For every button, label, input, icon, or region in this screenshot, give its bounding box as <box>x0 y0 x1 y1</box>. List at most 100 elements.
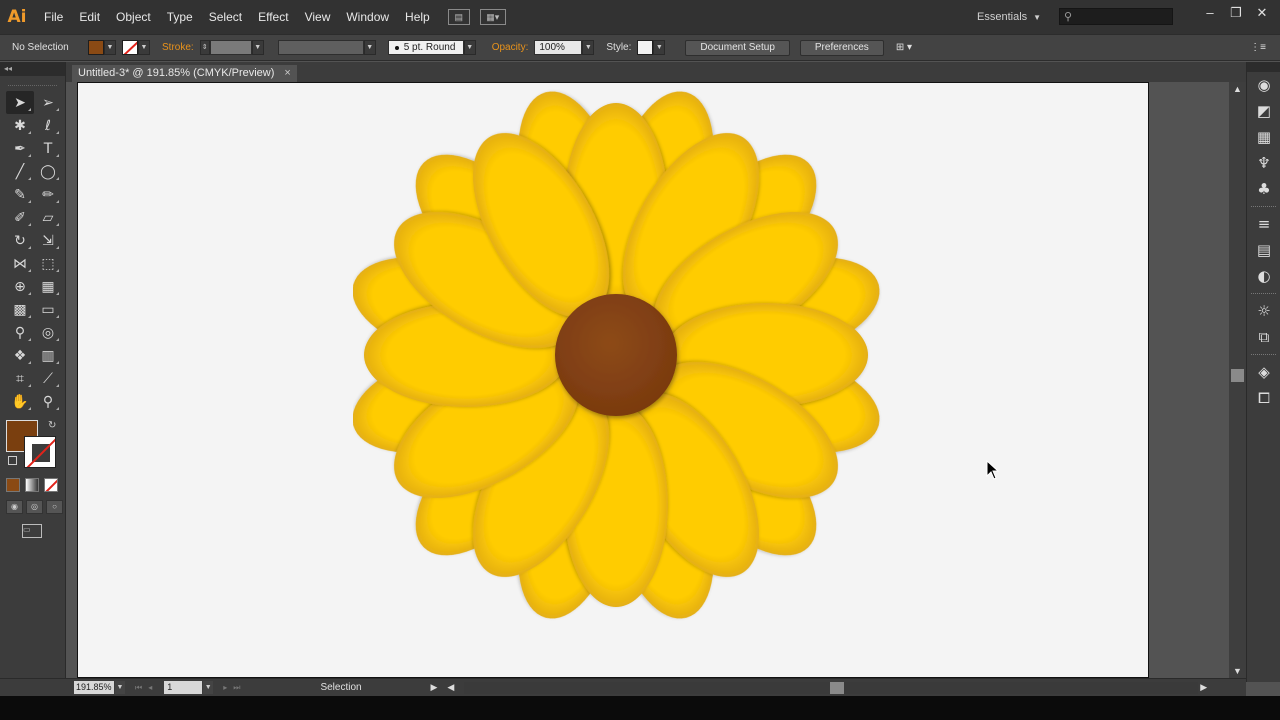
perspective-grid-tool-icon[interactable]: ▦ <box>34 275 62 298</box>
gradient-tool-icon[interactable]: ▭ <box>34 298 62 321</box>
width-tool-icon[interactable]: ⋈ <box>6 252 34 275</box>
opacity-label[interactable]: Opacity: <box>486 42 535 53</box>
ellipse-tool-icon[interactable]: ◯ <box>34 160 62 183</box>
panel-menu-icon[interactable]: ⋮≡ <box>1244 42 1272 53</box>
color-mode-icon[interactable] <box>6 478 20 492</box>
document-tab[interactable]: Untitled-3* @ 191.85% (CMYK/Preview) × <box>72 65 297 82</box>
scroll-left-icon[interactable]: ◀ <box>447 682 454 693</box>
close-icon[interactable]: ✕ <box>1252 4 1272 22</box>
horizontal-scrollbar[interactable] <box>464 681 1199 694</box>
appearance-icon[interactable]: ☼ <box>1247 298 1280 324</box>
preferences-button[interactable]: Preferences <box>799 39 884 56</box>
swap-fill-stroke-icon[interactable]: ↻ <box>48 420 56 431</box>
none-mode-icon[interactable] <box>44 478 58 492</box>
graphic-styles-icon[interactable]: ⧉ <box>1247 324 1280 350</box>
hand-tool-icon[interactable]: ✋ <box>6 390 34 413</box>
transparency-icon[interactable]: ◐ <box>1247 263 1280 289</box>
minimize-icon[interactable]: ‒ <box>1200 4 1220 22</box>
menu-help[interactable]: Help <box>397 0 438 34</box>
gradient-panel-icon[interactable]: ◩ <box>1247 98 1280 124</box>
mesh-tool-icon[interactable]: ▩ <box>6 298 34 321</box>
bridge-icon[interactable]: ▤ <box>447 9 470 25</box>
zoom-dropdown[interactable]: ▼ <box>115 681 125 694</box>
brush-dropdown[interactable]: ▼ <box>463 40 476 55</box>
paintbrush-tool-icon[interactable]: ✎ <box>6 183 34 206</box>
stroke-label[interactable]: Stroke: <box>156 42 200 53</box>
search-field[interactable]: ⚲ <box>1059 8 1173 25</box>
color-guide-icon[interactable]: ◉ <box>1247 72 1280 98</box>
eraser-tool-icon[interactable]: ▱ <box>34 206 62 229</box>
menu-edit[interactable]: Edit <box>71 0 108 34</box>
slice-tool-icon[interactable]: ⟋ <box>34 367 62 390</box>
shape-builder-tool-icon[interactable]: ⊕ <box>6 275 34 298</box>
stroke-color-box[interactable] <box>24 436 56 468</box>
fill-dropdown[interactable]: ▼ <box>104 40 116 55</box>
artboard-dropdown[interactable]: ▼ <box>203 681 214 694</box>
vertical-scrollbar[interactable]: ▲ ▼ <box>1229 82 1246 678</box>
draw-inside-icon[interactable]: ○ <box>46 500 63 514</box>
align-options-icon[interactable]: ⊞ ▾ <box>890 42 918 53</box>
previous-artboard-icon[interactable]: ◂ <box>148 683 152 692</box>
menu-file[interactable]: File <box>36 0 71 34</box>
horizontal-scroll-thumb[interactable] <box>830 681 845 694</box>
variable-width-profile[interactable] <box>277 40 364 55</box>
pen-tool-icon[interactable]: ✒ <box>6 137 34 160</box>
stroke-swatch[interactable] <box>122 40 138 55</box>
scroll-up-icon[interactable]: ▲ <box>1233 84 1242 94</box>
draw-normal-icon[interactable]: ◉ <box>6 500 23 514</box>
style-dropdown[interactable]: ▼ <box>653 40 666 55</box>
stroke-weight-stepper[interactable]: ⇕ <box>199 40 210 55</box>
type-tool-icon[interactable]: T <box>34 137 62 160</box>
stroke-panel-icon[interactable]: ≡ <box>1247 211 1280 237</box>
zoom-tool-icon[interactable]: ⚲ <box>34 390 62 413</box>
scroll-down-icon[interactable]: ▼ <box>1233 666 1242 676</box>
stroke-weight-dropdown[interactable]: ▼ <box>251 40 264 55</box>
selection-tool-icon[interactable]: ➤ <box>6 91 34 114</box>
first-artboard-icon[interactable]: ⏮ <box>135 683 142 693</box>
screen-mode-icon[interactable]: ▭ <box>22 524 42 538</box>
artboards-icon[interactable]: ⧠ <box>1247 385 1280 411</box>
document-setup-button[interactable]: Document Setup <box>685 39 790 56</box>
arrange-documents-icon[interactable]: ▦▾ <box>479 9 506 25</box>
scroll-right-icon[interactable]: ▶ <box>1200 682 1207 693</box>
menu-effect[interactable]: Effect <box>250 0 296 34</box>
next-artboard-icon[interactable]: ▸ <box>223 683 227 692</box>
layers-icon[interactable]: ◈ <box>1247 359 1280 385</box>
status-menu-icon[interactable]: ▶ <box>430 682 437 693</box>
vertical-scroll-thumb[interactable] <box>1231 369 1244 382</box>
stroke-weight-field[interactable] <box>209 40 252 55</box>
canvas-area[interactable] <box>67 82 1229 678</box>
artboard[interactable] <box>77 82 1149 678</box>
opacity-field[interactable]: 100% <box>534 40 583 55</box>
eyedropper-tool-icon[interactable]: ⚲ <box>6 321 34 344</box>
tools-panel-header[interactable]: ◂◂ <box>0 62 65 76</box>
line-segment-tool-icon[interactable]: ╱ <box>6 160 34 183</box>
last-artboard-icon[interactable]: ⏭ <box>233 683 240 693</box>
symbol-sprayer-tool-icon[interactable]: ❖ <box>6 344 34 367</box>
pencil-tool-icon[interactable]: ✏ <box>34 183 62 206</box>
column-graph-tool-icon[interactable]: ▥ <box>34 344 62 367</box>
menu-type[interactable]: Type <box>159 0 201 34</box>
brush-definition[interactable]: 5 pt. Round <box>387 40 464 55</box>
style-swatch[interactable] <box>637 40 654 55</box>
gradient-mode-icon[interactable] <box>25 478 39 492</box>
profile-dropdown[interactable]: ▼ <box>363 40 376 55</box>
tools-panel-grip[interactable] <box>8 76 57 86</box>
stroke-dropdown[interactable]: ▼ <box>138 40 150 55</box>
dock-header[interactable] <box>1247 62 1280 72</box>
draw-behind-icon[interactable]: ◎ <box>26 500 43 514</box>
scale-tool-icon[interactable]: ⇲ <box>34 229 62 252</box>
artboard-number-field[interactable]: 1 <box>164 681 203 694</box>
artboard-tool-icon[interactable]: ⌗ <box>6 367 34 390</box>
menu-object[interactable]: Object <box>108 0 159 34</box>
brushes-icon[interactable]: ♆ <box>1247 150 1280 176</box>
menu-window[interactable]: Window <box>338 0 397 34</box>
opacity-dropdown[interactable]: ▼ <box>582 40 595 55</box>
rotate-tool-icon[interactable]: ↻ <box>6 229 34 252</box>
magic-wand-tool-icon[interactable]: ✱ <box>6 114 34 137</box>
menu-select[interactable]: Select <box>201 0 250 34</box>
blob-brush-tool-icon[interactable]: ✐ <box>6 206 34 229</box>
restore-icon[interactable]: ❐ <box>1226 4 1246 22</box>
direct-selection-tool-icon[interactable]: ➢ <box>34 91 62 114</box>
lasso-tool-icon[interactable]: ℓ <box>34 114 62 137</box>
